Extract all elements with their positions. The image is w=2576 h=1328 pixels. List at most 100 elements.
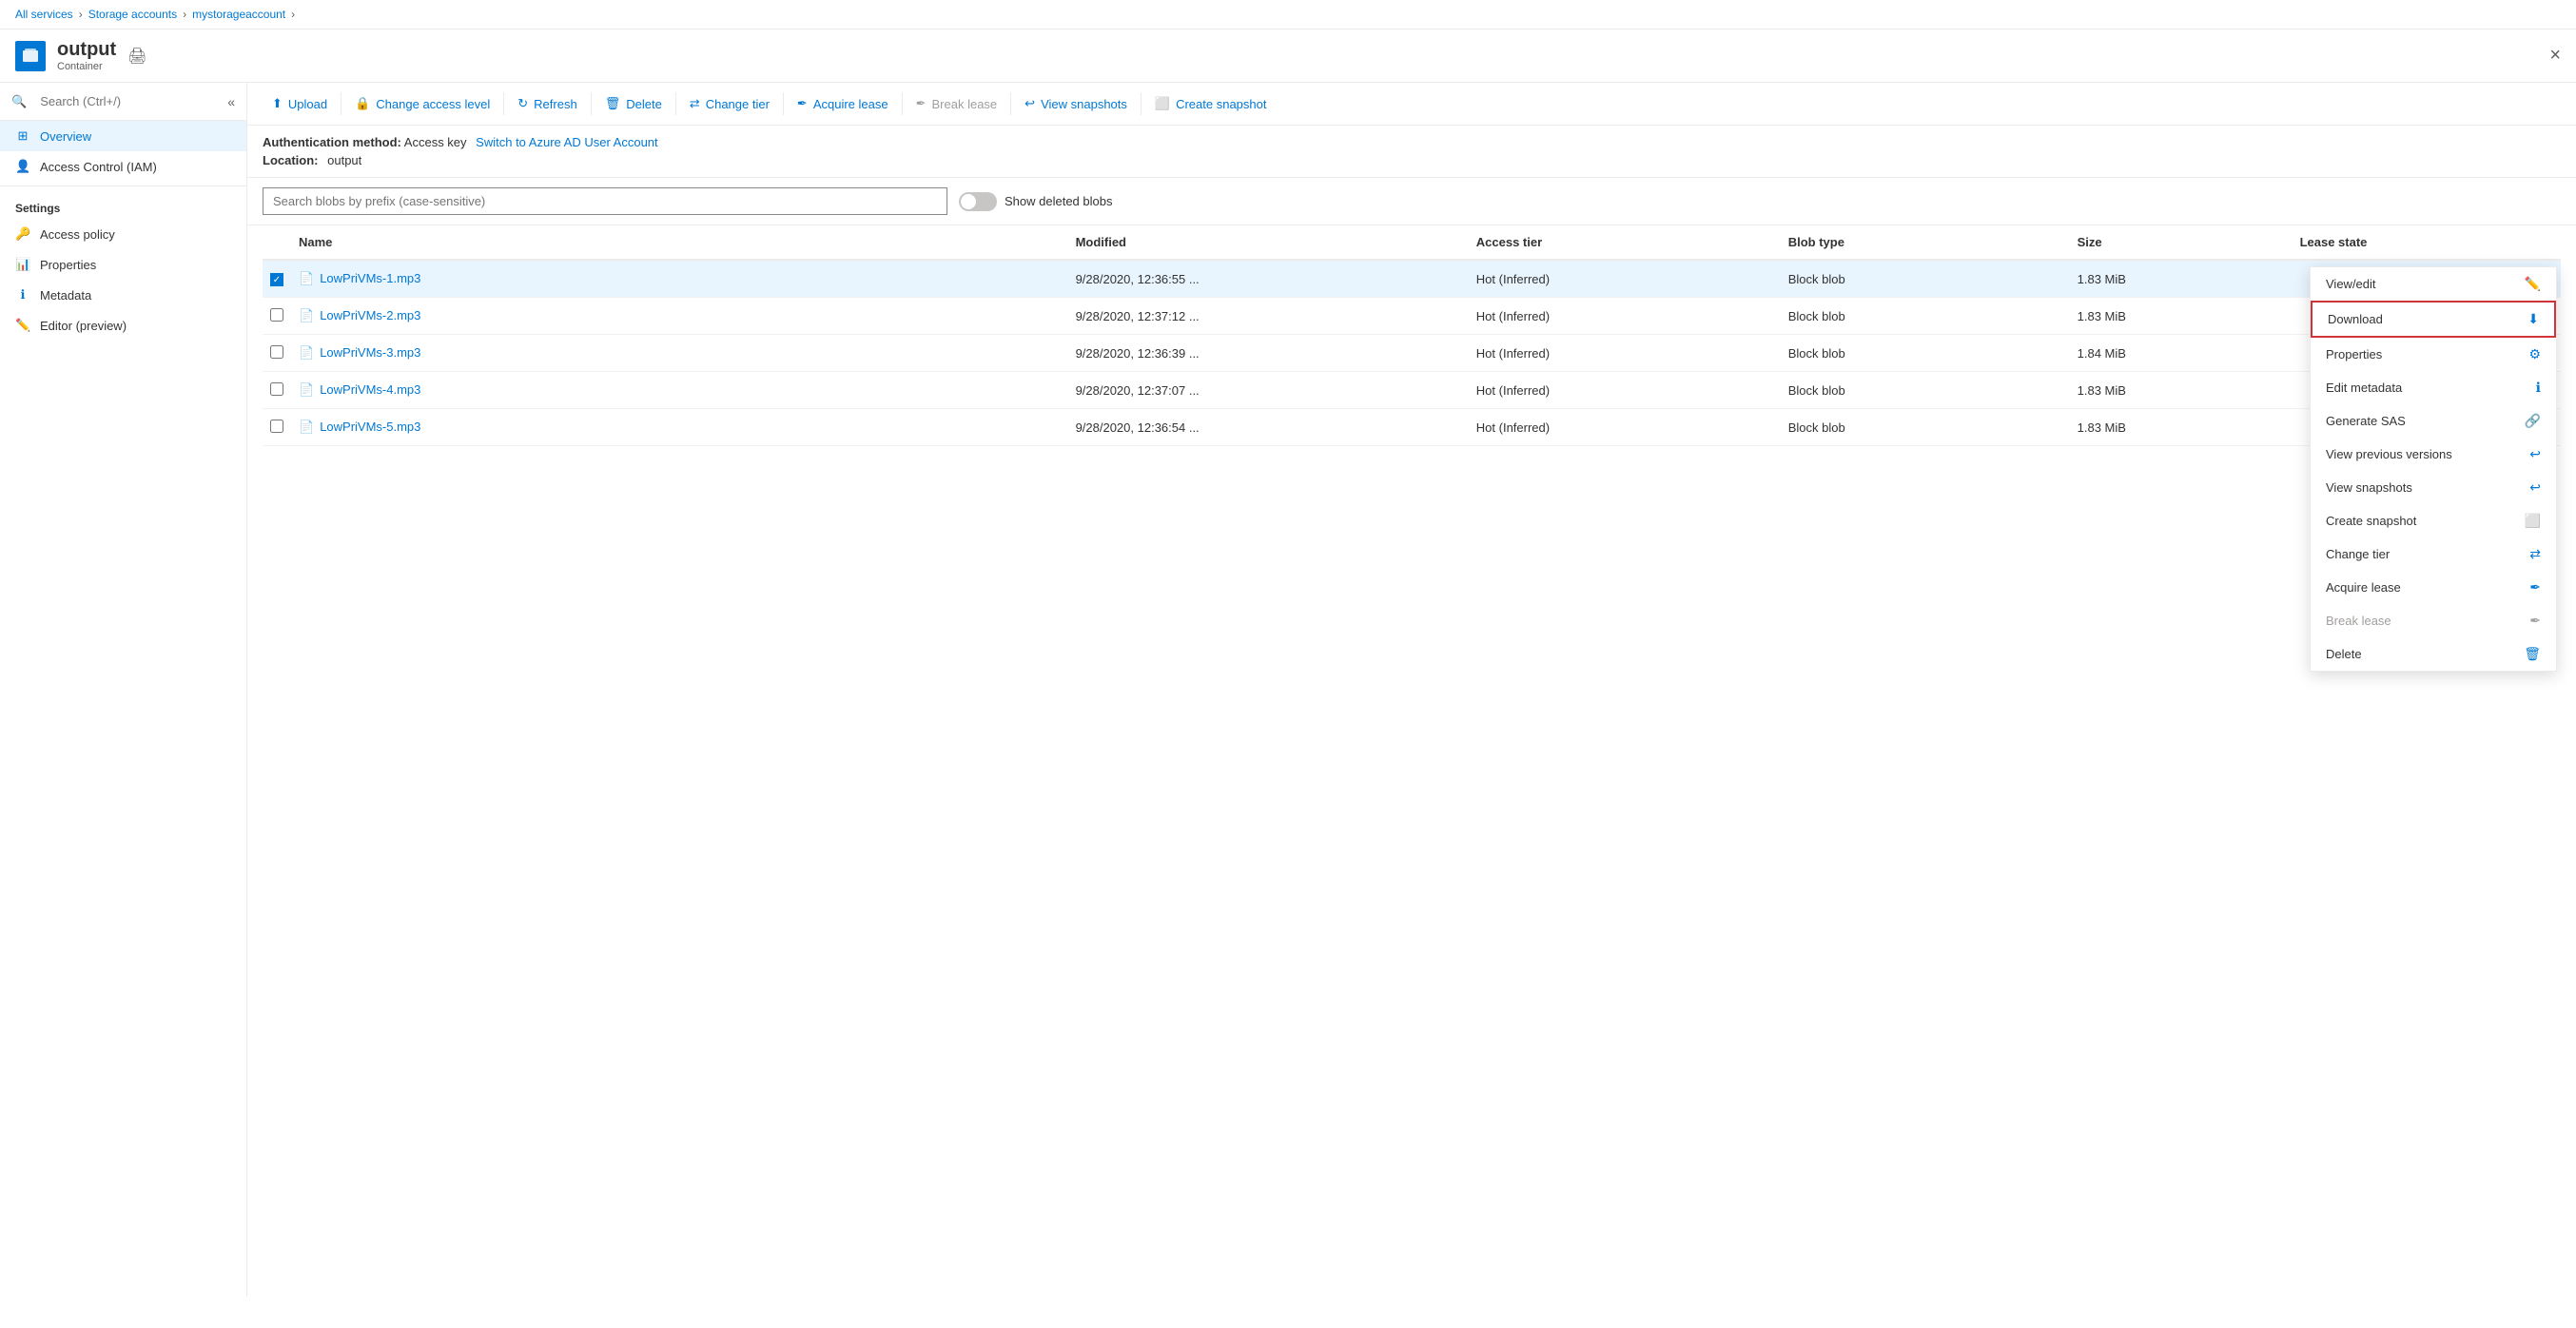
row-checkbox[interactable] xyxy=(270,382,283,396)
create-snapshot-button[interactable]: ⬜ Create snapshot xyxy=(1145,90,1277,117)
context-menu-item[interactable]: Edit metadata ℹ xyxy=(2311,371,2556,404)
cell-access_tier: Hot (Inferred) xyxy=(1469,260,1781,298)
file-name-link[interactable]: LowPriVMs-2.mp3 xyxy=(320,308,420,322)
properties-icon: 📊 xyxy=(15,257,30,272)
info-bar: Authentication method: Access key Switch… xyxy=(247,126,2576,178)
show-deleted-toggle[interactable] xyxy=(959,192,997,211)
cell-blob_type: Block blob xyxy=(1781,260,2070,298)
sidebar-search-input[interactable] xyxy=(32,90,222,112)
context-menu-item-label: Change tier xyxy=(2326,547,2390,561)
table-row: 📄LowPriVMs-3.mp39/28/2020, 12:36:39 ...H… xyxy=(263,335,2561,372)
col-modified-header: Modified xyxy=(1068,225,1469,260)
change-access-button[interactable]: 🔒 Change access level xyxy=(345,90,499,117)
close-button[interactable]: × xyxy=(2549,45,2561,67)
row-checkbox[interactable] xyxy=(270,420,283,433)
refresh-button[interactable]: ↻ Refresh xyxy=(508,90,586,117)
row-checkbox[interactable] xyxy=(270,308,283,322)
sidebar-search-container: 🔍 « xyxy=(0,83,246,121)
breadcrumb-sep2: › xyxy=(183,8,186,21)
page-header: output Container 🖨 × xyxy=(0,29,2576,83)
cell-blob_type: Block blob xyxy=(1781,409,2070,446)
col-blobtype-header: Blob type xyxy=(1781,225,2070,260)
acquire-lease-button[interactable]: ✒ Acquire lease xyxy=(788,90,898,117)
context-menu-item-label: Edit metadata xyxy=(2326,381,2402,395)
cell-modified: 9/28/2020, 12:36:54 ... xyxy=(1068,409,1469,446)
sidebar-item-metadata-label: Metadata xyxy=(40,288,91,303)
sidebar-item-properties[interactable]: 📊 Properties xyxy=(0,249,246,280)
toolbar-sep5 xyxy=(783,92,784,115)
view-snapshots-button[interactable]: ↩ View snapshots xyxy=(1015,90,1137,117)
breadcrumb-all-services[interactable]: All services xyxy=(15,8,73,21)
cell-blob_type: Block blob xyxy=(1781,335,2070,372)
file-icon: 📄 xyxy=(299,271,314,285)
context-menu-item-label: Acquire lease xyxy=(2326,580,2401,595)
file-name-link[interactable]: LowPriVMs-5.mp3 xyxy=(320,420,420,434)
context-menu-item[interactable]: Properties⚙ xyxy=(2311,338,2556,371)
context-menu-item-icon: ↩ xyxy=(2529,446,2541,462)
sidebar-item-editor[interactable]: ✏️ Editor (preview) xyxy=(0,310,246,341)
delete-icon: 🗑 xyxy=(605,96,621,111)
cell-access_tier: Hot (Inferred) xyxy=(1469,372,1781,409)
title-block: output Container xyxy=(57,39,116,72)
context-menu-item[interactable]: View/edit✏️ xyxy=(2311,267,2556,301)
context-menu-item-label: Delete xyxy=(2326,647,2362,661)
context-menu-item[interactable]: Generate SAS🔗 xyxy=(2311,404,2556,438)
col-size-header: Size xyxy=(2070,225,2293,260)
cell-blob_type: Block blob xyxy=(1781,372,2070,409)
sidebar-item-overview[interactable]: ⊞ Overview xyxy=(0,121,246,151)
refresh-icon: ↻ xyxy=(517,96,528,111)
table-row: 📄LowPriVMs-2.mp39/28/2020, 12:37:12 ...H… xyxy=(263,298,2561,335)
file-icon: 📄 xyxy=(299,382,314,397)
context-menu-item-icon: 🔗 xyxy=(2525,413,2541,429)
blob-search-input[interactable] xyxy=(263,187,947,215)
sidebar-item-iam-label: Access Control (IAM) xyxy=(40,160,157,174)
iam-icon: 👤 xyxy=(15,159,30,174)
context-menu-item-label: Download xyxy=(2328,312,2383,326)
context-menu-item-icon: ℹ xyxy=(2536,380,2541,396)
break-lease-button[interactable]: ✒ Break lease xyxy=(907,90,1007,117)
context-menu-item[interactable]: Create snapshot⬜ xyxy=(2311,504,2556,537)
table-header-row: Name Modified Access tier Blob type Size… xyxy=(263,225,2561,260)
delete-button[interactable]: 🗑 Delete xyxy=(595,90,672,117)
breadcrumb-sep3: › xyxy=(291,8,295,21)
sidebar-item-editor-label: Editor (preview) xyxy=(40,319,127,333)
acquire-lease-icon: ✒ xyxy=(797,96,808,111)
context-menu-item[interactable]: Delete🗑 xyxy=(2311,637,2556,671)
cell-size: 1.84 MiB xyxy=(2070,335,2293,372)
auth-value: Access key xyxy=(404,135,467,149)
row-checkbox[interactable]: ✓ xyxy=(270,273,283,286)
table-row: 📄LowPriVMs-4.mp39/28/2020, 12:37:07 ...H… xyxy=(263,372,2561,409)
context-menu-item-icon: ✒ xyxy=(2529,613,2541,629)
cell-size: 1.83 MiB xyxy=(2070,409,2293,446)
sidebar-collapse-button[interactable]: « xyxy=(227,94,235,109)
upload-button[interactable]: ⬆ Upload xyxy=(263,90,337,117)
cell-access_tier: Hot (Inferred) xyxy=(1469,298,1781,335)
cell-size: 1.83 MiB xyxy=(2070,260,2293,298)
context-menu-item[interactable]: View previous versions↩ xyxy=(2311,438,2556,471)
context-menu-item[interactable]: Change tier⇄ xyxy=(2311,537,2556,571)
context-menu-item-label: View snapshots xyxy=(2326,480,2412,495)
sidebar-item-metadata[interactable]: ℹ Metadata xyxy=(0,280,246,310)
cell-size: 1.83 MiB xyxy=(2070,372,2293,409)
context-menu-item[interactable]: View snapshots↩ xyxy=(2311,471,2556,504)
location-line: Location: output xyxy=(263,153,2561,167)
sidebar-item-iam[interactable]: 👤 Access Control (IAM) xyxy=(0,151,246,182)
sidebar: 🔍 « ⊞ Overview 👤 Access Control (IAM) Se… xyxy=(0,83,247,1297)
breadcrumb-account[interactable]: mystorageaccount xyxy=(192,8,285,21)
context-menu-item[interactable]: Acquire lease✒ xyxy=(2311,571,2556,604)
file-icon: 📄 xyxy=(299,420,314,434)
context-menu-item[interactable]: Download⬇ xyxy=(2311,301,2556,338)
cell-modified: 9/28/2020, 12:36:55 ... xyxy=(1068,260,1469,298)
change-tier-button[interactable]: ⇄ Change tier xyxy=(680,90,779,117)
sidebar-item-access-policy[interactable]: 🔑 Access policy xyxy=(0,219,246,249)
toggle-container: Show deleted blobs xyxy=(959,192,1112,211)
switch-link[interactable]: Switch to Azure AD User Account xyxy=(476,135,657,149)
col-access-header: Access tier xyxy=(1469,225,1781,260)
file-name-link[interactable]: LowPriVMs-3.mp3 xyxy=(320,345,420,360)
file-name-link[interactable]: LowPriVMs-4.mp3 xyxy=(320,382,420,397)
file-name-link[interactable]: LowPriVMs-1.mp3 xyxy=(320,271,420,285)
row-checkbox[interactable] xyxy=(270,345,283,359)
print-button[interactable]: 🖨 xyxy=(127,47,146,66)
breadcrumb-storage-accounts[interactable]: Storage accounts xyxy=(88,8,177,21)
cell-access_tier: Hot (Inferred) xyxy=(1469,335,1781,372)
